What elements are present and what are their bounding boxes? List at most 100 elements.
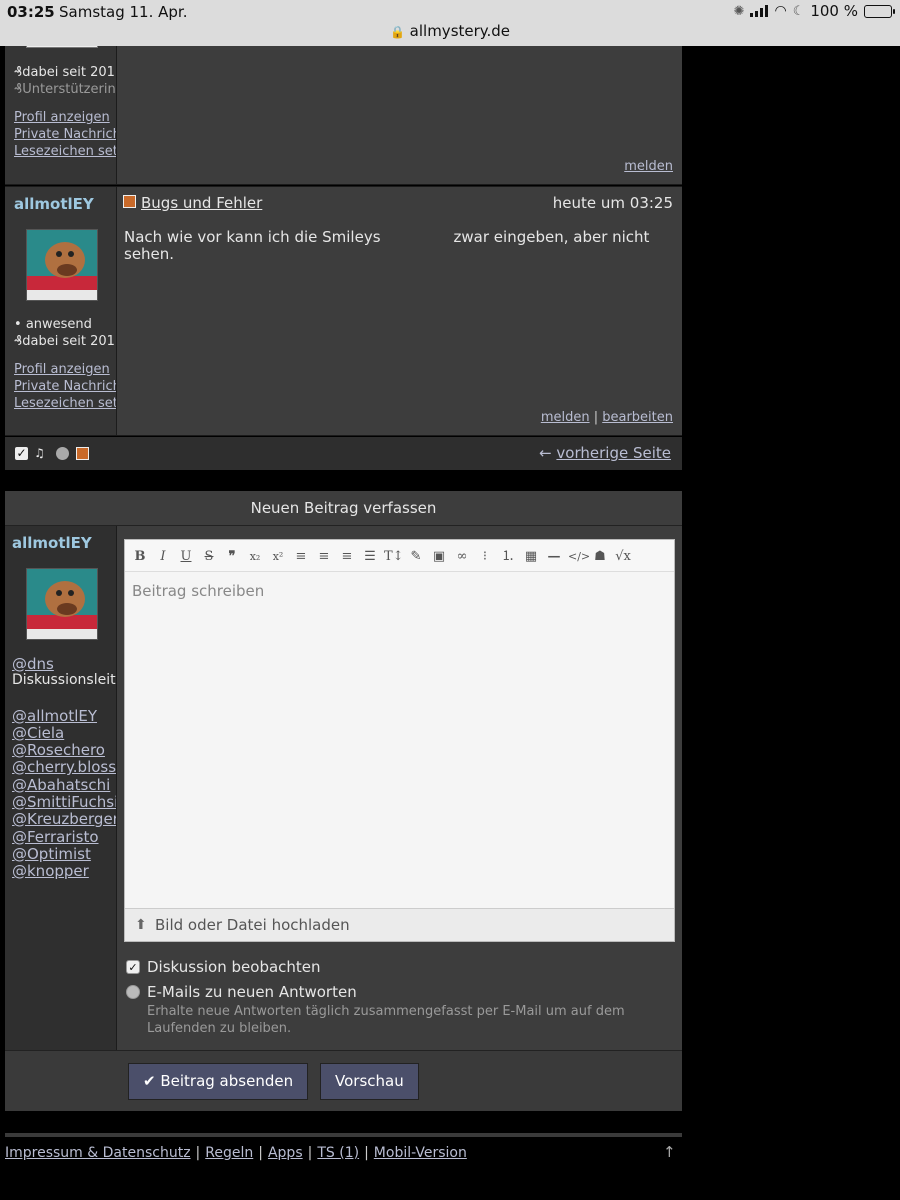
bold-icon[interactable]: B	[131, 548, 149, 566]
thread-toolbar: ✓ ♫ ← vorherige Seite	[5, 437, 682, 470]
mention-item[interactable]: @cherry.blosso	[12, 758, 116, 776]
online-dot-icon: •	[14, 317, 26, 332]
footer-links: Impressum & Datenschutz | Regeln | Apps | TS (…	[5, 1145, 467, 1161]
previous-post-sidebar: ₰dabei seit 201 ₰Unterstützerin Profil a…	[5, 46, 117, 184]
image-icon[interactable]: ▣	[430, 548, 448, 566]
moderator-role: Diskussionsleite	[12, 672, 117, 688]
loading-icon: ✺	[733, 3, 745, 19]
mention-item[interactable]: @SmittiFuchsi	[12, 793, 116, 811]
underline-icon[interactable]: U	[177, 548, 195, 566]
align-justify-icon[interactable]: ☰	[361, 548, 379, 566]
watch-checkbox[interactable]: ✓	[126, 960, 140, 974]
report-link[interactable]: melden	[541, 410, 590, 425]
address-bar[interactable]: 🔒 allmystery.de	[0, 22, 900, 40]
previous-page-nav[interactable]: ← vorherige Seite	[539, 444, 671, 462]
compose-panel: Neuen Beitrag verfassen allmotlEY @dns D…	[5, 491, 682, 1111]
editor-toolbar: B I U S ❞ x₂ x² ≡ ≡ ≡ ☰ T↕ ✎ ▣ ∞ ⁝ ⒈ ▦ —…	[125, 540, 674, 572]
align-left-icon[interactable]: ≡	[292, 548, 310, 566]
private-message-link[interactable]: Private Nachrich	[14, 127, 116, 142]
watch-label: Diskussion beobachten	[147, 958, 321, 976]
italic-icon[interactable]: I	[154, 548, 172, 566]
private-message-link[interactable]: Private Nachrich	[14, 379, 116, 394]
profile-link[interactable]: Profil anzeigen	[14, 362, 110, 377]
arrow-left-icon: ←	[539, 444, 552, 462]
email-replies-option[interactable]: E-Mails zu neuen Antworten	[126, 983, 357, 1001]
bookmark-link[interactable]: Lesezeichen setz	[14, 396, 116, 411]
mention-item[interactable]: @Abahatschi	[12, 776, 110, 794]
compose-title: Neuen Beitrag verfassen	[5, 491, 682, 526]
checkbox-icon[interactable]: ✓	[15, 447, 28, 460]
presence-status: • anwesend	[14, 317, 92, 332]
footer-link-apps[interactable]: Apps	[268, 1145, 303, 1161]
profile-link[interactable]: Profil anzeigen	[14, 110, 110, 125]
avatar[interactable]	[26, 229, 98, 301]
report-link[interactable]: melden	[624, 159, 673, 174]
strikethrough-icon[interactable]: S	[200, 548, 218, 566]
quote-icon[interactable]: ❞	[223, 548, 241, 566]
table-icon[interactable]: ▦	[522, 548, 540, 566]
bell-icon[interactable]: ♫	[33, 447, 46, 460]
post-editor[interactable]: B I U S ❞ x₂ x² ≡ ≡ ≡ ☰ T↕ ✎ ▣ ∞ ⁝ ⒈ ▦ —…	[124, 539, 675, 942]
mention-moderator[interactable]: @dns	[12, 655, 54, 673]
mention-item[interactable]: @Ciela	[12, 724, 64, 742]
post-time: heute um 03:25	[552, 194, 673, 212]
mention-item[interactable]: @Kreuzberger	[12, 810, 116, 828]
post-username[interactable]: allmotlEY	[14, 195, 94, 213]
status-time: 03:25	[7, 3, 55, 21]
scroll-top-icon[interactable]: ↑	[663, 1143, 676, 1161]
bullet-list-icon[interactable]: ⁝	[476, 548, 494, 566]
text-size-icon[interactable]: T↕	[384, 548, 404, 566]
address-url: allmystery.de	[409, 22, 511, 40]
submit-post-button[interactable]: ✔ Beitrag absenden	[128, 1063, 309, 1100]
upload-button[interactable]: ⬆ Bild oder Datei hochladen	[125, 908, 674, 941]
footer-link-imprint[interactable]: Impressum & Datenschutz	[5, 1145, 191, 1161]
mention-item[interactable]: @Ferraristo	[12, 828, 99, 846]
upload-label: Bild oder Datei hochladen	[155, 916, 350, 934]
post-category-link[interactable]: Bugs und Fehler	[141, 194, 262, 212]
status-indicators: ✺ ◠ ☾ 100 %	[733, 2, 895, 20]
lock-icon: 🔒	[389, 25, 405, 39]
category-icon[interactable]	[76, 447, 89, 460]
compose-main: B I U S ❞ x₂ x² ≡ ≡ ≡ ☰ T↕ ✎ ▣ ∞ ⁝ ⒈ ▦ —…	[117, 526, 682, 1050]
post: allmotlEY • anwesend ₰dabei seit 201 Pro…	[5, 186, 682, 436]
pencil-icon[interactable]: ✎	[407, 548, 425, 566]
avatar-image	[27, 569, 97, 639]
subscript-icon[interactable]: x₂	[246, 548, 264, 566]
mention-item[interactable]: @Rosechero	[12, 741, 105, 759]
previous-page-link[interactable]: vorherige Seite	[556, 444, 671, 462]
supporter-badge: ₰Unterstützerin	[14, 82, 116, 97]
compose-actions: ✔ Beitrag absenden Vorschau	[5, 1050, 682, 1111]
horizontal-rule-icon[interactable]: —	[545, 548, 563, 566]
watch-discussion-option[interactable]: ✓ Diskussion beobachten	[126, 958, 321, 976]
battery-icon	[864, 4, 895, 18]
avatar[interactable]	[26, 46, 98, 48]
footer-link-mobile[interactable]: Mobil-Version	[374, 1145, 467, 1161]
mention-item[interactable]: @knopper	[12, 862, 89, 880]
mention-item[interactable]: @allmotlEY	[12, 707, 97, 725]
link-icon[interactable]: ∞	[453, 548, 471, 566]
bookmark-link[interactable]: Lesezeichen setz	[14, 144, 116, 159]
footer-link-ts[interactable]: TS (1)	[317, 1145, 359, 1161]
footer-link-rules[interactable]: Regeln	[205, 1145, 253, 1161]
preview-button[interactable]: Vorschau	[320, 1063, 419, 1100]
avatar[interactable]	[26, 568, 98, 640]
signal-icon	[750, 5, 769, 17]
upload-icon: ⬆	[135, 917, 147, 933]
numbered-list-icon[interactable]: ⒈	[499, 548, 517, 566]
align-right-icon[interactable]: ≡	[338, 548, 356, 566]
email-label: E-Mails zu neuen Antworten	[147, 983, 357, 1001]
spoiler-icon[interactable]: ☗	[591, 548, 609, 566]
align-center-icon[interactable]: ≡	[315, 548, 333, 566]
compose-sidebar: allmotlEY @dns Diskussionsleite @allmotl…	[5, 526, 117, 1050]
avatar-image	[27, 230, 97, 300]
moon-icon: ☾	[792, 3, 805, 19]
superscript-icon[interactable]: x²	[269, 548, 287, 566]
email-toggle[interactable]	[126, 985, 140, 999]
formula-icon[interactable]: √x	[614, 548, 632, 566]
email-hint: Erhalte neue Antworten täglich zusammeng…	[147, 1004, 625, 1036]
category-icon	[123, 195, 136, 208]
edit-link[interactable]: bearbeiten	[602, 410, 673, 425]
code-icon[interactable]: </>	[568, 548, 590, 566]
toggle-icon[interactable]	[56, 447, 69, 460]
mention-item[interactable]: @Optimist	[12, 845, 91, 863]
